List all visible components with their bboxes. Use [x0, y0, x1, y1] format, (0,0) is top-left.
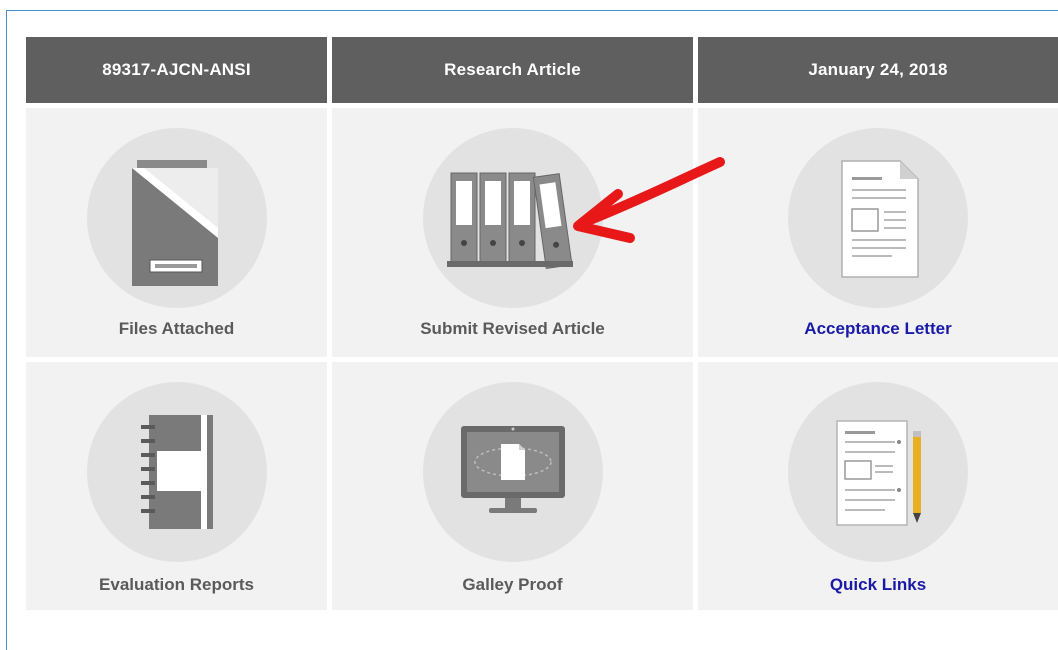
quick-links-icon-circle — [788, 382, 968, 562]
notebook-icon — [140, 415, 213, 529]
acceptance-letter-icon-circle — [788, 128, 968, 308]
evaluation-reports-tile[interactable]: Evaluation Reports — [26, 362, 327, 610]
galley-proof-icon-circle — [422, 382, 603, 562]
document-icon — [841, 160, 919, 278]
galley-proof-tile[interactable]: Galley Proof — [332, 362, 693, 610]
acceptance-letter-tile[interactable]: Acceptance Letter — [698, 108, 1058, 357]
files-attached-label: Files Attached — [118, 319, 235, 338]
submit-revised-article-label: Submit Revised Article — [420, 319, 605, 338]
evaluation-reports-icon-circle — [86, 382, 267, 562]
article-type-header: Research Article — [332, 37, 693, 103]
manuscript-id-header: 89317-AJCN-ANSI — [26, 37, 327, 103]
acceptance-letter-label[interactable]: Acceptance Letter — [698, 319, 1058, 339]
galley-proof-label: Galley Proof — [462, 575, 563, 594]
folder-icon — [131, 160, 218, 286]
article-date: January 24, 2018 — [808, 60, 948, 79]
date-header: January 24, 2018 — [698, 37, 1058, 103]
quick-links-label[interactable]: Quick Links — [698, 575, 1058, 595]
files-attached-tile[interactable]: Files Attached — [26, 108, 327, 357]
quick-links-tile[interactable]: Quick Links — [698, 362, 1058, 610]
annotation-arrow-icon — [573, 157, 725, 243]
article-type: Research Article — [444, 60, 581, 79]
checklist-pencil-icon — [836, 420, 921, 526]
manuscript-id: 89317-AJCN-ANSI — [102, 60, 251, 79]
monitor-icon — [460, 426, 565, 513]
evaluation-reports-label: Evaluation Reports — [99, 575, 254, 594]
files-attached-icon-circle — [86, 128, 267, 308]
